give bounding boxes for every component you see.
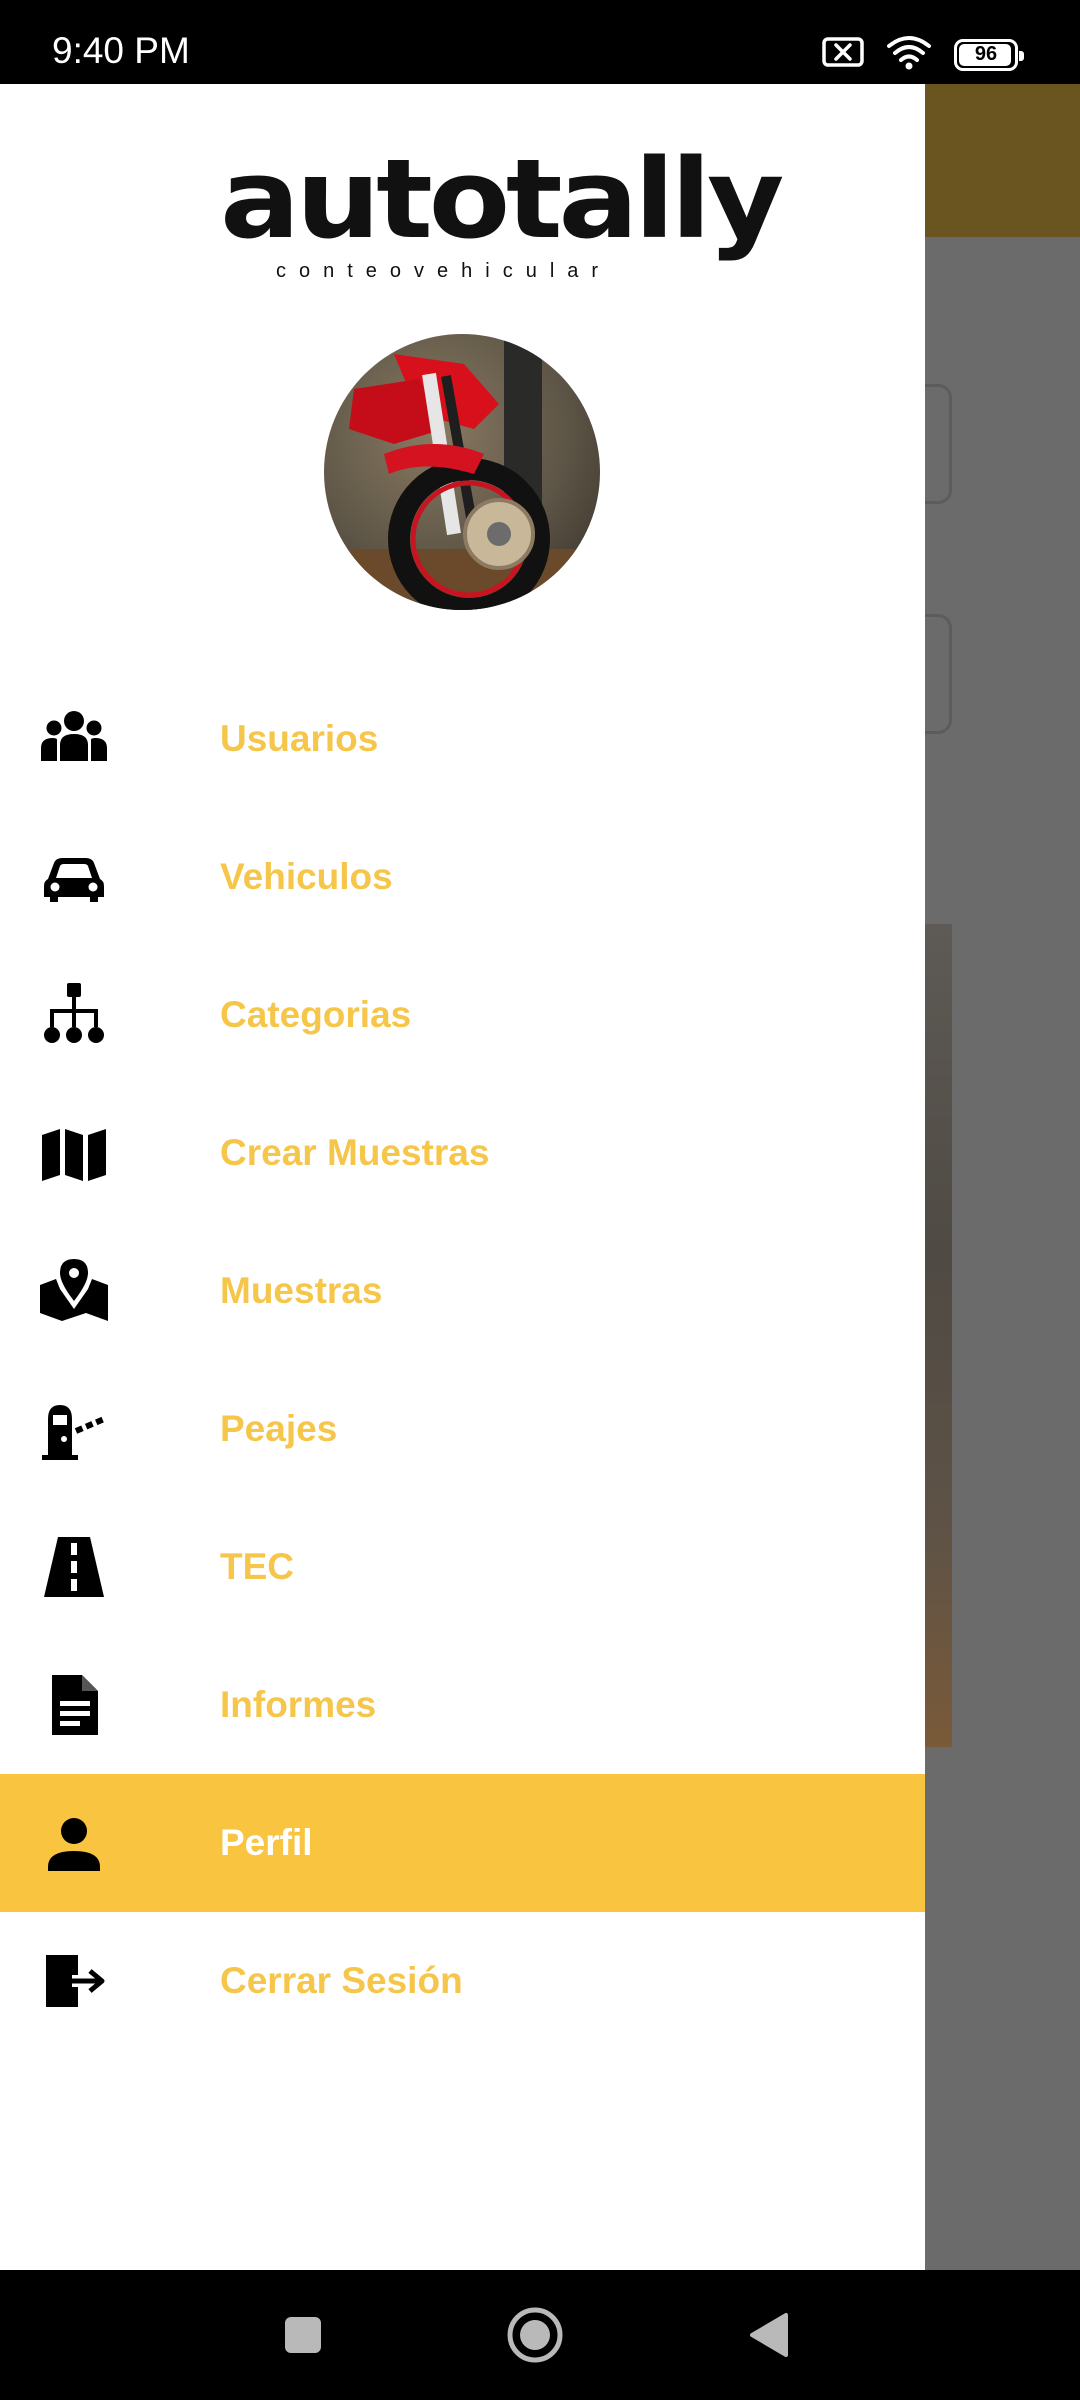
status-bar: 9:40 PM 96 (0, 0, 1080, 84)
drawer-menu: Usuarios Vehiculos Categorias Crear Mues… (0, 670, 925, 2050)
menu-item-perfil[interactable]: Perfil (0, 1774, 925, 1912)
logo-tagline: conteovehicular (276, 260, 612, 282)
menu-item-label: Muestras (220, 1270, 383, 1311)
car-icon (38, 841, 110, 913)
menu-item-informes[interactable]: Informes (0, 1636, 925, 1774)
menu-item-cerrar-sesion[interactable]: Cerrar Sesión (0, 1912, 925, 2050)
road-icon (38, 1531, 110, 1603)
battery-label: 96 (974, 43, 998, 65)
battery-icon: 96 (954, 38, 1024, 71)
menu-item-categorias[interactable]: Categorias (0, 946, 925, 1084)
menu-item-label: TEC (220, 1546, 294, 1587)
menu-item-tec[interactable]: TEC (0, 1498, 925, 1636)
menu-item-label: Perfil (220, 1822, 313, 1863)
menu-item-label: Informes (220, 1684, 377, 1725)
back-button[interactable] (730, 2296, 808, 2374)
menu-item-label: Cerrar Sesión (220, 1960, 463, 2001)
menu-item-usuarios[interactable]: Usuarios (0, 670, 925, 808)
menu-item-peajes[interactable]: Peajes (0, 1360, 925, 1498)
menu-item-label: Usuarios (220, 718, 379, 759)
menu-item-label: Crear Muestras (220, 1132, 490, 1173)
profile-avatar[interactable] (324, 334, 600, 610)
menu-item-vehiculos[interactable]: Vehiculos (0, 808, 925, 946)
menu-item-muestras[interactable]: Muestras (0, 1222, 925, 1360)
menu-item-crear-muestras[interactable]: Crear Muestras (0, 1084, 925, 1222)
map-icon (38, 1117, 110, 1189)
wifi-icon (886, 34, 932, 75)
system-navigation-bar (0, 2270, 1080, 2400)
person-icon (38, 1807, 110, 1879)
document-icon (38, 1669, 110, 1741)
menu-item-label: Categorias (220, 994, 412, 1035)
menu-item-label: Vehiculos (220, 856, 393, 897)
map-pin-icon (38, 1255, 110, 1327)
users-icon (38, 703, 110, 775)
app-logo: autotally conteovehicular (220, 144, 784, 284)
toll-booth-icon (38, 1393, 110, 1465)
status-time: 9:40 PM (52, 30, 190, 71)
logout-icon (38, 1945, 110, 2017)
logo-wordmark: autotally (220, 135, 784, 263)
home-button[interactable] (496, 2296, 574, 2374)
status-icons: 96 (822, 34, 1024, 75)
no-sim-icon (822, 36, 864, 73)
menu-item-label: Peajes (220, 1408, 338, 1449)
recents-button[interactable] (264, 2296, 342, 2374)
sitemap-icon (38, 979, 110, 1051)
navigation-drawer: autotally conteovehicular Usuarios Vehic… (0, 84, 925, 2270)
